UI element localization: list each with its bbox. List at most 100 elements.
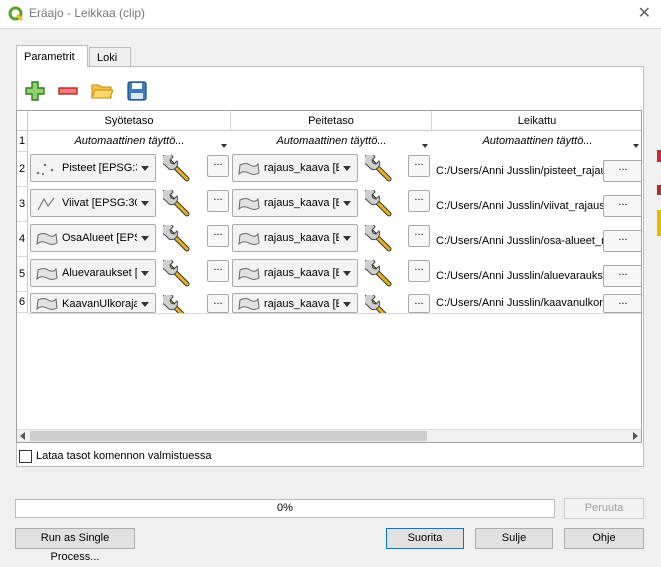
output-browse-button[interactable]: ...	[603, 230, 641, 252]
input-browse-button[interactable]: ...	[207, 225, 229, 247]
autofill-overlay-label: Automaattinen täyttö...	[276, 135, 387, 147]
input-layer-combo[interactable]: OsaAlueet [EPSG:3067]	[30, 224, 156, 252]
input-layer-combo[interactable]: KaavanUlkorajat [EPSG:3067]	[30, 293, 156, 313]
overlay-browse-button[interactable]: ...	[408, 225, 430, 247]
polygon-layer-icon	[238, 162, 260, 176]
table-corner	[17, 111, 28, 131]
close-button[interactable]: Sulje	[475, 528, 553, 549]
window-title: Eräajo - Leikkaa (clip)	[29, 6, 146, 20]
wrench-icon[interactable]	[365, 295, 399, 313]
output-browse-button[interactable]: ...	[603, 160, 641, 182]
tab-loki[interactable]: Loki	[89, 47, 131, 67]
chevron-down-icon	[221, 144, 227, 148]
chevron-down-icon	[141, 236, 149, 241]
title-divider	[0, 28, 661, 29]
background-window-edge	[657, 185, 661, 195]
wrench-icon[interactable]	[365, 225, 399, 255]
input-browse-button[interactable]: ...	[207, 260, 229, 282]
tab-parametrit-label: Parametrit	[24, 51, 75, 63]
background-window-edge	[657, 210, 661, 236]
qgis-icon	[8, 6, 24, 22]
output-browse-button[interactable]: ...	[603, 294, 641, 313]
run-single-process-button[interactable]: Run as Single Process...	[15, 528, 135, 563]
autofill-output-label: Automaattinen täyttö...	[482, 135, 593, 147]
background-window-edge	[657, 150, 661, 162]
output-path-field[interactable]: C:/Users/Anni Jusslin/aluevaraukset_raja…	[433, 265, 603, 287]
row-header-3[interactable]: 3	[17, 187, 28, 222]
overlay-layer-combo[interactable]: rajaus_kaava [EPSG:3067]	[232, 224, 358, 252]
overlay-layer-combo[interactable]: rajaus_kaava [EPSG:3067]	[232, 154, 358, 182]
column-header-overlay[interactable]: Peitetaso	[231, 111, 432, 131]
input-layer-combo[interactable]: Aluevaraukset [EPSG:3067]	[30, 259, 156, 287]
row-header-1[interactable]: 1	[17, 131, 28, 152]
overlay-layer-combo[interactable]: rajaus_kaava [EPSG:3067]	[232, 189, 358, 217]
row-header-4[interactable]: 4	[17, 222, 28, 257]
output-path-field[interactable]: C:/Users/Anni Jusslin/pisteet_rajaus	[433, 160, 603, 182]
input-browse-button[interactable]: ...	[207, 155, 229, 177]
chevron-down-icon	[343, 201, 351, 206]
output-browse-button[interactable]: ...	[603, 195, 641, 217]
input-layer-value: OsaAlueet [EPSG:3067]	[62, 232, 137, 244]
save-icon[interactable]	[126, 80, 148, 102]
close-icon[interactable]: ✕	[638, 3, 651, 22]
chevron-down-icon	[633, 144, 639, 148]
batch-table: Syötetaso Peitetaso Leikattu 1 Automaatt…	[16, 110, 642, 443]
column-header-input[interactable]: Syötetaso	[28, 111, 231, 131]
polygon-layer-icon	[238, 197, 260, 211]
output-path-field[interactable]: C:/Users/Anni Jusslin/kaavanulkorajat_ra…	[433, 293, 603, 313]
overlay-layer-combo[interactable]: rajaus_kaava [EPSG:3067]	[232, 259, 358, 287]
row-header-2[interactable]: 2	[17, 152, 28, 187]
autofill-output[interactable]: Automaattinen täyttö...	[434, 132, 641, 151]
overlay-layer-value: rajaus_kaava [EPSG:3067]	[264, 267, 339, 279]
cancel-button[interactable]: Peruuta	[564, 498, 644, 519]
scrollbar-thumb[interactable]	[30, 431, 427, 441]
run-button[interactable]: Suorita	[386, 528, 464, 549]
wrench-icon[interactable]	[163, 260, 197, 290]
output-browse-button[interactable]: ...	[603, 265, 641, 287]
wrench-icon[interactable]	[365, 260, 399, 290]
wrench-icon[interactable]	[163, 225, 197, 255]
overlay-layer-value: rajaus_kaava [EPSG:3067]	[264, 232, 339, 244]
autofill-input[interactable]: Automaattinen täyttö...	[30, 132, 229, 151]
autofill-overlay[interactable]: Automaattinen täyttö...	[233, 132, 430, 151]
row-header-6[interactable]: 6	[17, 292, 28, 313]
scroll-left-icon[interactable]	[20, 432, 25, 440]
chevron-down-icon	[343, 236, 351, 241]
remove-row-icon[interactable]	[57, 80, 79, 102]
overlay-browse-button[interactable]: ...	[408, 190, 430, 212]
column-header-output[interactable]: Leikattu	[432, 111, 641, 131]
input-layer-value: Viivat [EPSG:3067]	[62, 197, 137, 209]
scroll-right-icon[interactable]	[633, 432, 638, 440]
input-layer-combo[interactable]: Pisteet [EPSG:3067]	[30, 154, 156, 182]
input-layer-combo[interactable]: Viivat [EPSG:3067]	[30, 189, 156, 217]
chevron-down-icon	[141, 166, 149, 171]
wrench-icon[interactable]	[163, 190, 197, 220]
load-layers-checkbox[interactable]	[19, 450, 32, 463]
overlay-layer-value: rajaus_kaava [EPSG:3067]	[264, 162, 339, 174]
polygon-layer-icon	[36, 297, 58, 311]
output-path-field[interactable]: C:/Users/Anni Jusslin/osa-alueet_rajaus	[433, 230, 603, 252]
wrench-icon[interactable]	[163, 295, 197, 313]
overlay-layer-combo[interactable]: rajaus_kaava [EPSG:3067]	[232, 293, 358, 313]
row-divider	[28, 313, 641, 314]
tab-parametrit[interactable]: Parametrit	[16, 45, 88, 67]
overlay-browse-button[interactable]: ...	[408, 294, 430, 313]
input-layer-value: Pisteet [EPSG:3067]	[62, 162, 137, 174]
chevron-down-icon	[422, 144, 428, 148]
wrench-icon[interactable]	[163, 155, 197, 185]
wrench-icon[interactable]	[365, 155, 399, 185]
input-layer-value: Aluevaraukset [EPSG:3067]	[62, 267, 137, 279]
wrench-icon[interactable]	[365, 190, 399, 220]
open-folder-icon[interactable]	[91, 80, 113, 102]
help-button[interactable]: Ohje	[564, 528, 644, 549]
horizontal-scrollbar[interactable]	[17, 429, 641, 442]
title-bar: Eräajo - Leikkaa (clip) ✕	[0, 0, 661, 28]
overlay-browse-button[interactable]: ...	[408, 260, 430, 282]
row-header-5[interactable]: 5	[17, 257, 28, 292]
output-path-field[interactable]: C:/Users/Anni Jusslin/viivat_rajaus	[433, 195, 603, 217]
input-browse-button[interactable]: ...	[207, 190, 229, 212]
chevron-down-icon	[141, 271, 149, 276]
overlay-browse-button[interactable]: ...	[408, 155, 430, 177]
input-browse-button[interactable]: ...	[207, 294, 229, 313]
add-row-icon[interactable]	[24, 80, 46, 102]
